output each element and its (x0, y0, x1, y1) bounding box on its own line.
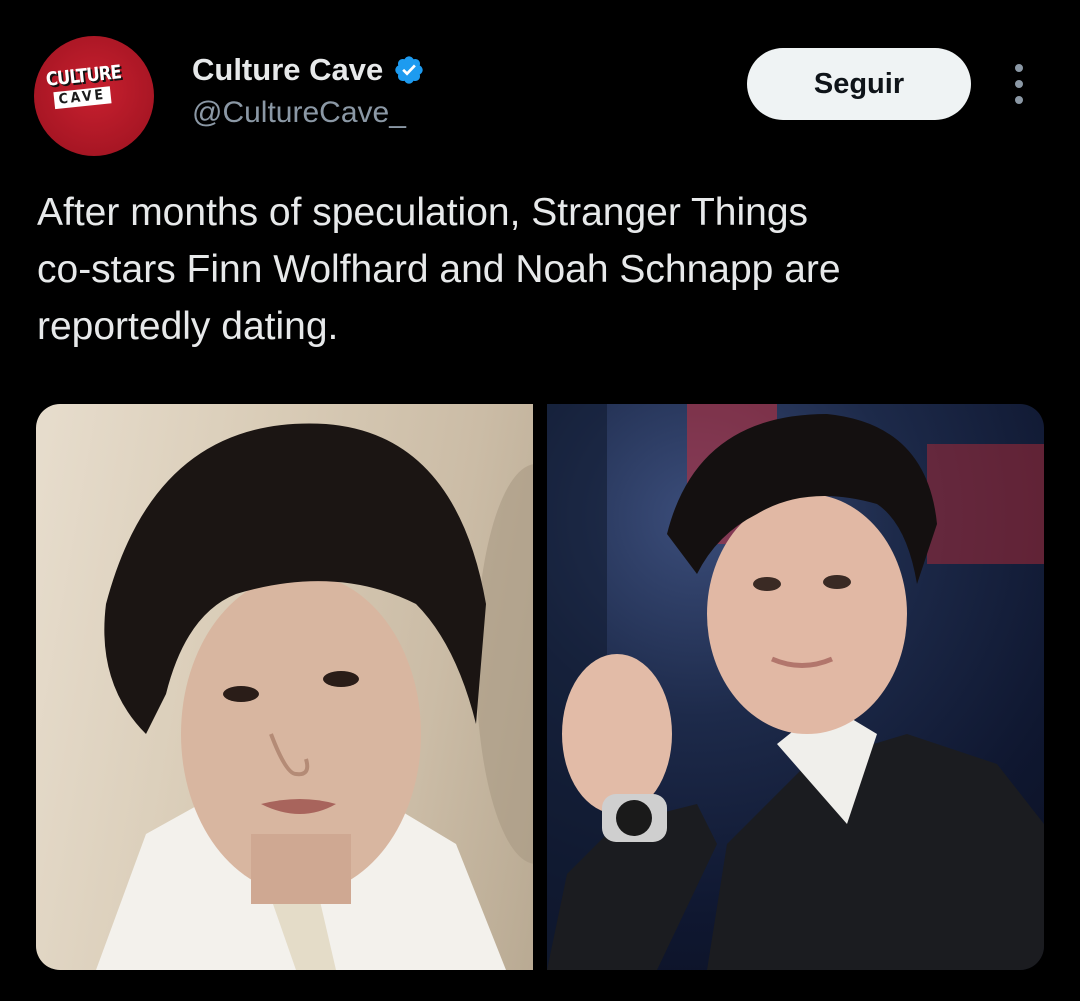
author-name-row[interactable]: Culture Cave (192, 52, 425, 88)
author-handle[interactable]: @CultureCave_ (192, 96, 406, 130)
tweet-media[interactable] (36, 404, 1044, 970)
photo-portrait-left[interactable] (36, 404, 533, 970)
tweet-text: After months of speculation, Stranger Th… (37, 191, 841, 348)
avatar[interactable]: CULTURE CAVE (34, 36, 154, 156)
verified-badge-icon (395, 56, 423, 84)
tweet-card: CULTURE CAVE Culture Cave @CultureCave_ … (0, 0, 1080, 1001)
portrait-illustration-right (547, 404, 1044, 970)
avatar-logo-line1: CULTURE (44, 61, 122, 91)
more-vertical-icon[interactable] (1004, 64, 1034, 104)
photo-portrait-right[interactable] (547, 404, 1044, 970)
author-display-name[interactable]: Culture Cave (192, 52, 383, 88)
more-dot (1015, 96, 1023, 104)
more-dot (1015, 80, 1023, 88)
avatar-logo-line2: CAVE (53, 86, 112, 110)
culture-cave-logo: CULTURE CAVE (45, 59, 143, 132)
more-dot (1015, 64, 1023, 72)
portrait-illustration-left (96, 423, 533, 970)
follow-button[interactable]: Seguir (747, 48, 971, 120)
